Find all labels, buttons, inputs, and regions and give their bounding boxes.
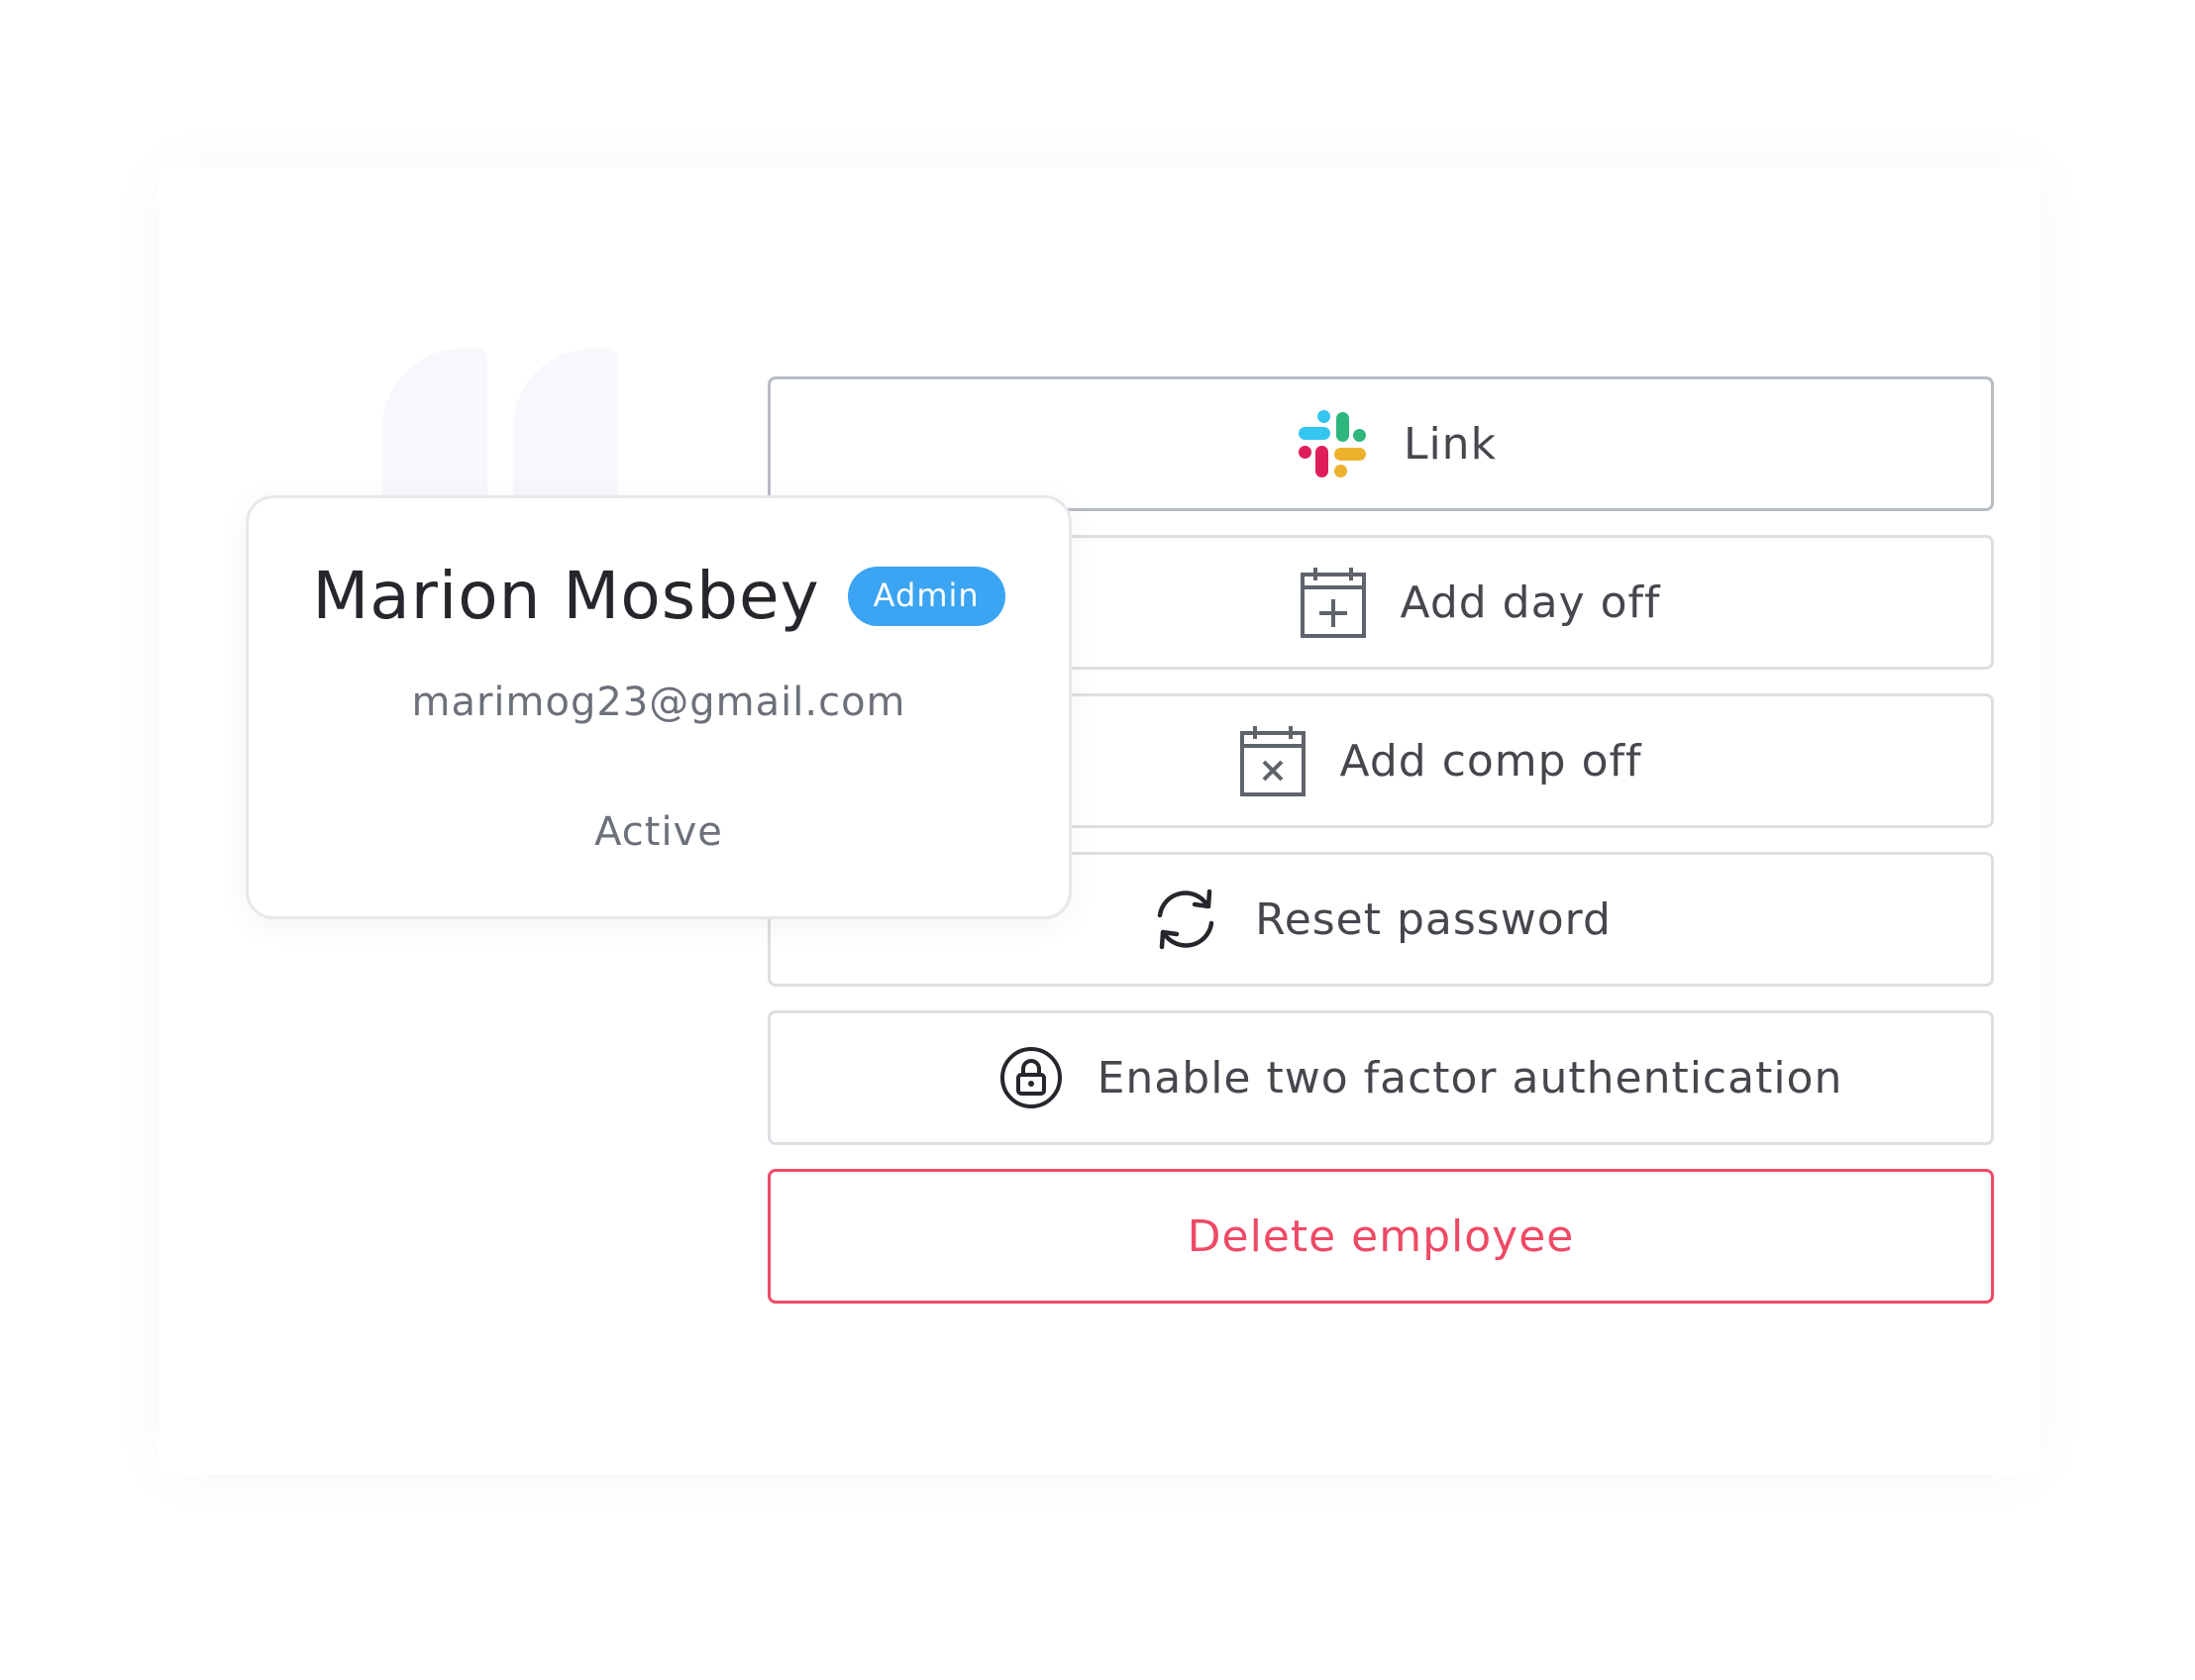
add-comp-off-label: Add comp off	[1339, 735, 1642, 787]
employee-name: Marion Mosbey	[312, 558, 820, 634]
reset-password-label: Reset password	[1255, 893, 1612, 945]
delete-employee-label: Delete employee	[1187, 1210, 1575, 1262]
employee-email: marimog23@gmail.com	[411, 680, 906, 725]
slack-link-button[interactable]: Link	[768, 376, 1994, 511]
delete-employee-button[interactable]: Delete employee	[768, 1169, 1994, 1304]
employee-profile-card: Marion Mosbey Admin marimog23@gmail.com …	[246, 495, 1072, 919]
lock-icon	[998, 1045, 1064, 1110]
employee-status: Active	[594, 809, 723, 855]
add-day-off-label: Add day off	[1400, 577, 1661, 628]
calendar-x-icon	[1239, 724, 1307, 797]
stage: Link Add day off Add comp off Reset pass…	[0, 0, 2195, 1680]
refresh-icon	[1150, 884, 1221, 955]
enable-2fa-button[interactable]: Enable two factor authentication	[768, 1010, 1994, 1145]
name-row: Marion Mosbey Admin	[249, 558, 1069, 634]
calendar-plus-icon	[1300, 566, 1367, 639]
role-badge: Admin	[847, 566, 1005, 626]
slack-icon	[1295, 406, 1370, 481]
slack-link-label: Link	[1403, 418, 1498, 470]
enable-2fa-label: Enable two factor authentication	[1097, 1052, 1843, 1103]
